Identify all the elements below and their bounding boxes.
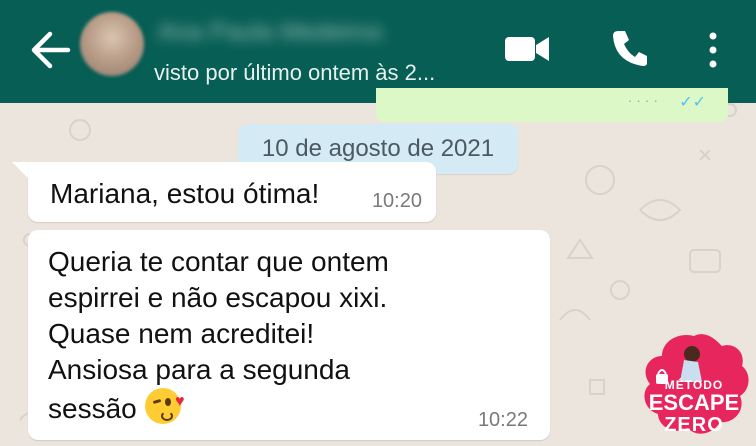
message-line: Queria te contar que ontem — [48, 246, 389, 277]
phone-icon[interactable] — [610, 28, 648, 68]
message-text: Queria te contar que ontem espirrei e nã… — [48, 244, 389, 427]
message-line: Ansiosa para a segunda — [48, 354, 350, 385]
message-line-last: sessão ♥ — [48, 388, 389, 427]
message-line: Quase nem acreditei! — [48, 318, 315, 349]
message-text: Mariana, estou ótima! — [50, 178, 320, 209]
more-options-icon[interactable] — [704, 30, 722, 70]
kiss-emoji-icon: ♥ — [144, 388, 185, 424]
message-line: espirrei e não escapou xixi. — [48, 282, 388, 313]
message-time: 10:22 — [477, 409, 528, 431]
message-line-text: sessão — [48, 393, 137, 424]
last-seen-status: visto por último ontem às 2... — [154, 60, 436, 85]
metodo-escape-zero-logo: MÉTODO ESCAPE ZERO — [636, 330, 752, 440]
received-message[interactable]: Queria te contar que ontem espirrei e nã… — [28, 230, 550, 440]
video-call-icon[interactable] — [504, 34, 550, 64]
bubble-tail — [12, 162, 28, 178]
read-receipt-icon: ✓✓ — [679, 94, 706, 111]
back-arrow-icon[interactable] — [28, 30, 72, 70]
logo-text-line3: ZERO — [664, 414, 724, 436]
contact-avatar[interactable] — [80, 12, 144, 76]
previous-sent-message[interactable]: · · · · ✓✓ — [376, 88, 728, 122]
received-message[interactable]: Mariana, estou ótima! 10:20 — [28, 162, 436, 222]
sent-time-clipped: · · · · — [627, 92, 658, 108]
logo-text-line2: ESCAPE — [648, 390, 740, 415]
message-time: 10:20 — [371, 190, 422, 212]
contact-name[interactable]: Ana Paula Medeiros — [158, 18, 383, 47]
